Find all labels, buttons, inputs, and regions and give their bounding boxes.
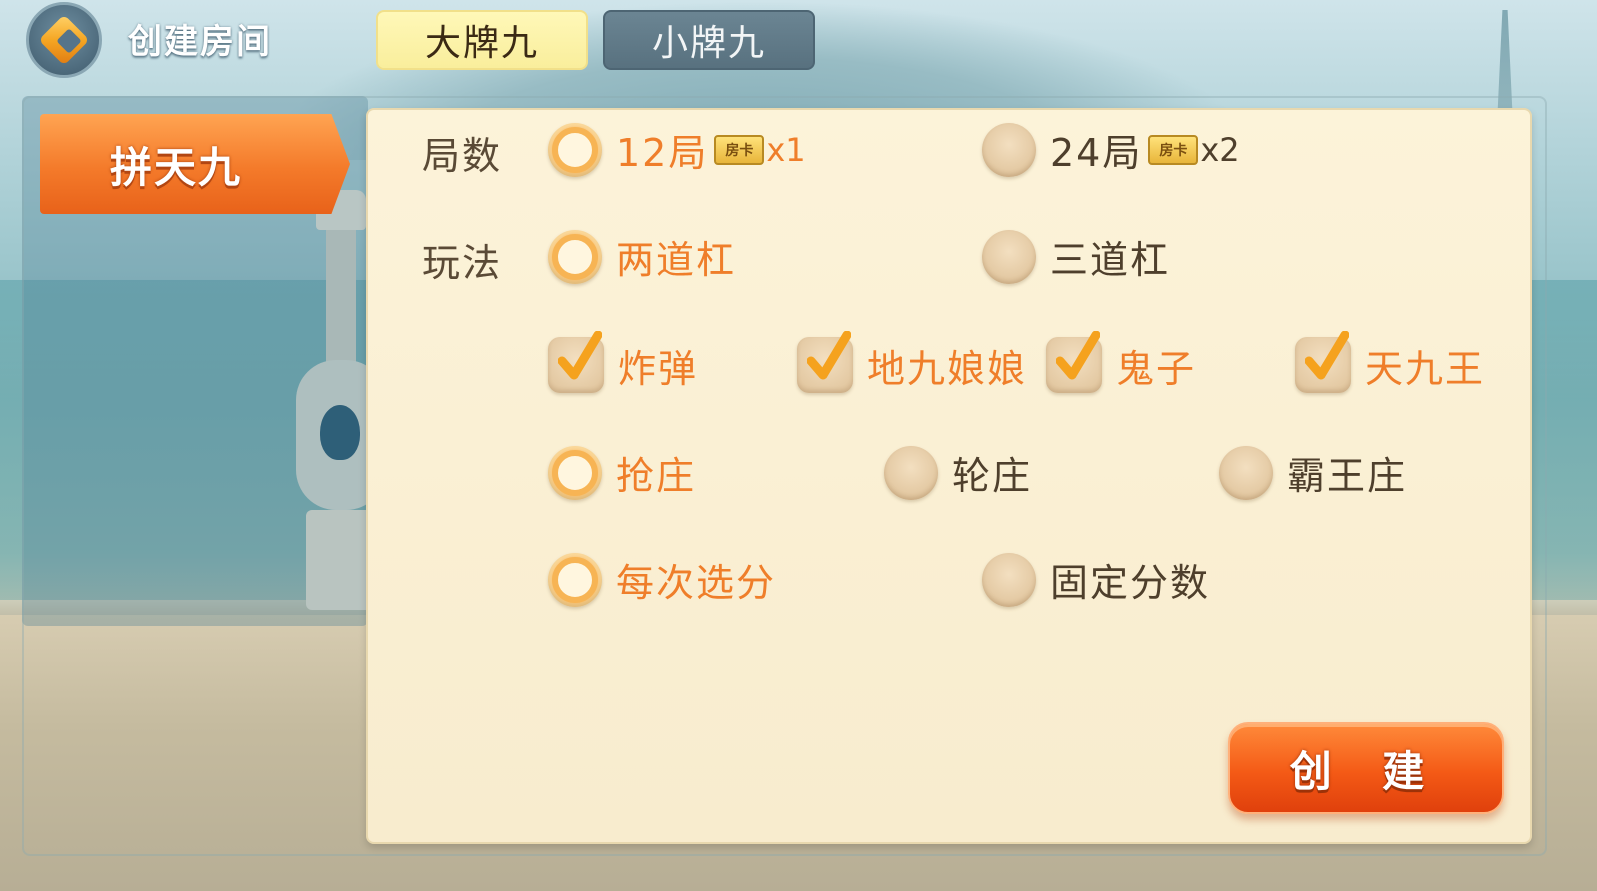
- option-label: 霸王庄: [1287, 454, 1408, 498]
- checkmark-icon: [1056, 331, 1100, 380]
- play-option-two-bars[interactable]: 两道杠: [548, 229, 736, 284]
- extra-option-tian-jiu-wang[interactable]: 天九王: [1295, 331, 1486, 393]
- banker-option-overlord[interactable]: 霸王庄: [1219, 445, 1407, 500]
- cost: 房卡 x2: [1148, 130, 1240, 169]
- page-title: 创建房间: [128, 22, 272, 62]
- cost-multiplier: x1: [766, 130, 806, 169]
- back-arrow-icon: [38, 14, 90, 66]
- radio-button[interactable]: [982, 122, 1036, 177]
- score-option-fixed[interactable]: 固定分数: [982, 552, 1210, 607]
- score-option-choose-each[interactable]: 每次选分: [548, 552, 776, 607]
- option-label: 抢庄: [616, 454, 697, 498]
- rounds-option-24[interactable]: 24局 房卡 x2: [982, 122, 1240, 177]
- checkbox-checked[interactable]: [1295, 331, 1351, 393]
- checkbox-checked[interactable]: [1046, 331, 1102, 393]
- tab-small-pai-jiu[interactable]: 小牌九: [603, 10, 815, 70]
- sidebar-item-pin-tian-jiu[interactable]: 拼天九: [40, 114, 350, 214]
- room-card-icon: 房卡: [714, 134, 765, 165]
- room-card-icon: 房卡: [1148, 134, 1199, 165]
- radio-button[interactable]: [1219, 445, 1273, 500]
- option-label: 鬼子: [1116, 346, 1197, 391]
- option-label: 每次选分: [616, 561, 777, 605]
- option-label: 地九娘娘: [867, 346, 1028, 391]
- option-label: 24局: [1050, 131, 1143, 175]
- checkmark-icon: [558, 331, 602, 380]
- checkbox-checked[interactable]: [797, 331, 853, 393]
- radio-button-selected[interactable]: [548, 122, 602, 177]
- banker-option-grab[interactable]: 抢庄: [548, 445, 696, 500]
- rounds-option-12[interactable]: 12局 房卡 x1: [548, 122, 806, 177]
- radio-button[interactable]: [884, 445, 938, 500]
- top-bar: 创建房间 大牌九 小牌九: [0, 0, 1597, 80]
- tab-big-pai-jiu[interactable]: 大牌九: [376, 10, 588, 70]
- option-label: 炸弹: [618, 346, 699, 391]
- option-label: 三道杠: [1050, 238, 1171, 282]
- cost: 房卡 x1: [714, 130, 806, 169]
- radio-button-selected[interactable]: [548, 229, 602, 284]
- extra-option-bomb[interactable]: 炸弹: [548, 331, 699, 393]
- radio-button[interactable]: [982, 552, 1036, 607]
- play-label: 玩法: [422, 241, 503, 285]
- create-room-button[interactable]: 创 建: [1228, 722, 1504, 814]
- checkmark-icon: [807, 331, 851, 380]
- radio-button[interactable]: [982, 229, 1036, 284]
- extra-option-di-jiu-niang-niang[interactable]: 地九娘娘: [797, 331, 1028, 393]
- extra-option-guizi[interactable]: 鬼子: [1046, 331, 1197, 393]
- option-label: 轮庄: [952, 454, 1033, 498]
- option-label: 两道杠: [616, 238, 737, 282]
- cost-multiplier: x2: [1200, 130, 1240, 169]
- play-option-three-bars[interactable]: 三道杠: [982, 229, 1170, 284]
- option-label: 天九王: [1365, 346, 1486, 391]
- option-label: 12局: [616, 131, 709, 175]
- checkmark-icon: [1305, 331, 1349, 380]
- option-label: 固定分数: [1050, 561, 1211, 605]
- rounds-label: 局数: [422, 134, 503, 178]
- back-button[interactable]: [26, 2, 102, 78]
- banker-option-rotate[interactable]: 轮庄: [884, 445, 1032, 500]
- radio-button-selected[interactable]: [548, 445, 602, 500]
- checkbox-checked[interactable]: [548, 331, 604, 393]
- radio-button-selected[interactable]: [548, 552, 602, 607]
